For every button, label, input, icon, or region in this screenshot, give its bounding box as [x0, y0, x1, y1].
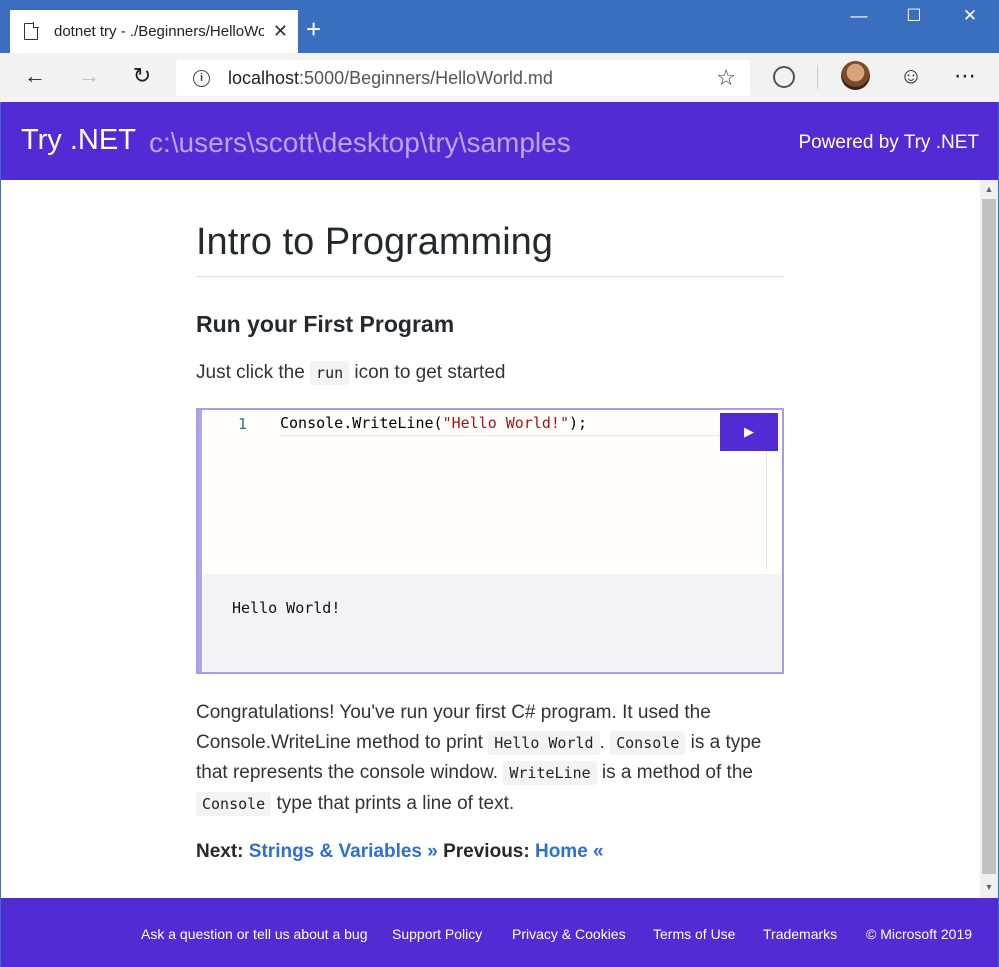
intro-text: Just click the run icon to get started — [196, 360, 784, 385]
more-icon[interactable]: ⋯ — [950, 63, 980, 89]
address-bar[interactable]: i localhost:5000/Beginners/HelloWorld.md… — [176, 60, 750, 96]
previous-link[interactable]: Home « — [535, 841, 604, 862]
back-icon[interactable]: ← — [20, 63, 50, 89]
extension-icon[interactable] — [773, 66, 795, 88]
intro-before: Just click the — [196, 361, 311, 383]
code-line[interactable]: Console.WriteLine("Hello World!"); — [280, 414, 770, 436]
new-tab-button[interactable]: + — [306, 14, 321, 45]
previous-label: Previous: — [437, 841, 535, 862]
inline-code-run: run — [310, 360, 350, 385]
site-header: Try .NET c:\users\scott\desktop\try\samp… — [1, 102, 998, 180]
output-panel: Hello World! — [204, 574, 782, 672]
para-text-4: is a method of the — [596, 762, 753, 783]
page-icon — [24, 22, 39, 40]
avatar[interactable] — [841, 61, 870, 90]
page-scrollbar[interactable]: ▲ ▼ — [980, 180, 998, 898]
scrollbar-thumb[interactable] — [982, 199, 996, 874]
main-content: Intro to Programming Run your First Prog… — [196, 180, 784, 385]
footer-link-privacy[interactable]: Privacy & Cookies — [512, 926, 626, 942]
close-tab-icon[interactable]: ✕ — [273, 21, 288, 42]
browser-titlebar: dotnet try - ./Beginners/HelloWo ✕ + — ☐… — [0, 0, 999, 53]
site-footer: Ask a question or tell us about a bug Su… — [1, 898, 998, 967]
url-host: localhost — [228, 67, 300, 88]
next-label: Next: — [196, 841, 249, 862]
para-text-2: . — [599, 731, 611, 753]
intro-after: icon to get started — [349, 361, 506, 383]
samples-path: c:\users\scott\desktop\try\samples — [149, 127, 571, 158]
powered-by[interactable]: Powered by Try .NET — [798, 132, 979, 154]
inline-code-console: Console — [610, 730, 686, 755]
inline-code-hello-world: Hello World — [488, 730, 600, 755]
url-path: :5000/Beginners/HelloWorld.md — [299, 67, 553, 88]
editor-accent-bar — [198, 410, 202, 672]
explanation-paragraph: Congratulations! You've run your first C… — [196, 698, 784, 819]
tab-title: dotnet try - ./Beginners/HelloWo — [54, 23, 264, 40]
inline-code-console-2: Console — [196, 791, 272, 816]
url-text[interactable]: localhost:5000/Beginners/HelloWorld.md — [228, 68, 553, 89]
page-title: Intro to Programming — [196, 221, 784, 277]
window-border-left — [0, 102, 1, 967]
next-link[interactable]: Strings & Variables » — [249, 841, 438, 862]
minimize-button[interactable]: — — [844, 6, 874, 26]
smiley-icon[interactable]: ☺ — [896, 63, 926, 89]
page-navigation: Next: Strings & Variables » Previous: Ho… — [196, 841, 604, 863]
para-text-5: type that prints a line of text. — [271, 792, 515, 814]
info-icon[interactable]: i — [193, 69, 210, 87]
code-string: "Hello World!" — [442, 414, 569, 432]
scroll-down-icon[interactable]: ▼ — [980, 882, 998, 892]
maximize-button[interactable]: ☐ — [899, 6, 929, 26]
inline-code-writeline: WriteLine — [503, 761, 597, 785]
code-suffix: ); — [569, 414, 588, 432]
browser-tab[interactable]: dotnet try - ./Beginners/HelloWo ✕ — [10, 10, 298, 53]
footer-link-feedback[interactable]: Ask a question or tell us about a bug — [141, 926, 367, 942]
footer-link-support[interactable]: Support Policy — [392, 926, 482, 942]
code-prefix: Console.WriteLine( — [280, 414, 443, 432]
footer-copyright[interactable]: © Microsoft 2019 — [866, 926, 972, 942]
forward-icon[interactable]: → — [74, 63, 104, 89]
code-editor[interactable]: 1 Console.WriteLine("Hello World!"); ▶ H… — [196, 408, 784, 674]
toolbar-divider — [817, 65, 818, 89]
section-heading: Run your First Program — [196, 310, 455, 337]
footer-link-terms[interactable]: Terms of Use — [653, 926, 735, 942]
refresh-icon[interactable]: ↻ — [127, 63, 157, 89]
output-text: Hello World! — [232, 599, 341, 617]
footer-link-trademarks[interactable]: Trademarks — [763, 926, 837, 942]
brand-title[interactable]: Try .NET — [21, 124, 136, 157]
scroll-up-icon[interactable]: ▲ — [980, 184, 998, 194]
star-icon[interactable]: ☆ — [716, 65, 736, 91]
run-button[interactable]: ▶ — [720, 413, 778, 451]
line-number: 1 — [238, 415, 248, 433]
window-close-button[interactable]: ✕ — [955, 6, 985, 26]
